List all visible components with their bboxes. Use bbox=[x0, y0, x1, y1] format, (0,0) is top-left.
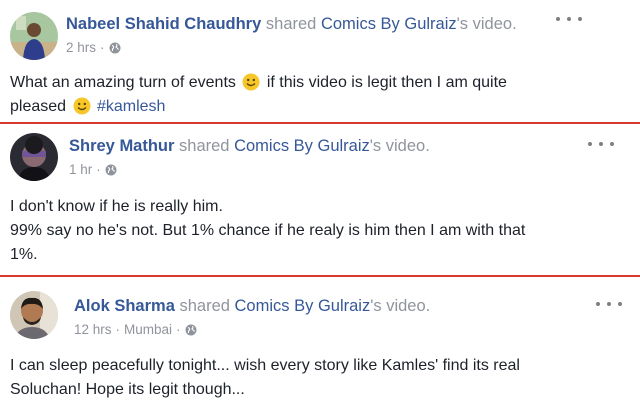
page-link[interactable]: Comics By Gulraiz's video. bbox=[234, 137, 430, 155]
timestamp[interactable]: 1 hr bbox=[69, 162, 92, 177]
post-meta: 2 hrs · bbox=[66, 39, 121, 57]
globe-icon bbox=[105, 164, 117, 176]
post-header: Shrey Mathur shared Comics By Gulraiz's … bbox=[69, 136, 430, 156]
avatar[interactable] bbox=[10, 12, 58, 60]
more-options-icon[interactable] bbox=[588, 137, 614, 151]
shared-label: shared bbox=[179, 297, 230, 315]
author-name[interactable]: Nabeel Shahid Chaudhry bbox=[66, 15, 261, 33]
page-link[interactable]: Comics By Gulraiz's video. bbox=[235, 297, 431, 315]
post-header: Nabeel Shahid Chaudhry shared Comics By … bbox=[66, 14, 517, 34]
post-header: Alok Sharma shared Comics By Gulraiz's v… bbox=[74, 296, 430, 316]
smiley-emoji-icon bbox=[73, 97, 90, 115]
post-card: Alok Sharma shared Comics By Gulraiz's v… bbox=[0, 277, 640, 408]
avatar[interactable] bbox=[10, 291, 58, 339]
smiley-emoji-icon bbox=[242, 73, 260, 91]
timestamp[interactable]: 12 hrs bbox=[74, 322, 112, 337]
post-card: Nabeel Shahid Chaudhry shared Comics By … bbox=[0, 0, 640, 122]
post-meta: 12 hrs · Mumbai · bbox=[74, 321, 197, 339]
timestamp[interactable]: 2 hrs bbox=[66, 40, 96, 55]
avatar-photo bbox=[10, 133, 58, 181]
shared-label: shared bbox=[179, 137, 230, 155]
post-text: 1%. bbox=[10, 246, 38, 263]
more-options-icon[interactable] bbox=[556, 12, 582, 26]
post-text: What an amazing turn of events if this v… bbox=[10, 73, 507, 91]
post-text: I can sleep peacefully tonight... wish e… bbox=[10, 357, 520, 374]
globe-icon bbox=[185, 324, 197, 336]
post-card: Shrey Mathur shared Comics By Gulraiz's … bbox=[0, 124, 640, 275]
post-meta: 1 hr · bbox=[69, 161, 117, 179]
shared-label: shared bbox=[265, 15, 317, 33]
hashtag-link[interactable]: #kamlesh bbox=[97, 98, 165, 115]
post-text: pleased #kamlesh bbox=[10, 97, 166, 115]
location-label[interactable]: Mumbai bbox=[124, 322, 172, 337]
avatar-photo bbox=[10, 12, 58, 60]
post-text: Soluchan! Hope its legit though... bbox=[10, 381, 245, 398]
post-text: I don't know if he is really him. bbox=[10, 198, 223, 215]
page-link[interactable]: Comics By Gulraiz's video. bbox=[321, 15, 517, 33]
post-text: 99% say no he's not. But 1% chance if he… bbox=[10, 222, 526, 239]
author-name[interactable]: Shrey Mathur bbox=[69, 137, 174, 155]
avatar-photo bbox=[10, 291, 58, 339]
avatar[interactable] bbox=[10, 133, 58, 181]
more-options-icon[interactable] bbox=[596, 297, 622, 311]
author-name[interactable]: Alok Sharma bbox=[74, 297, 175, 315]
globe-icon bbox=[109, 42, 121, 54]
